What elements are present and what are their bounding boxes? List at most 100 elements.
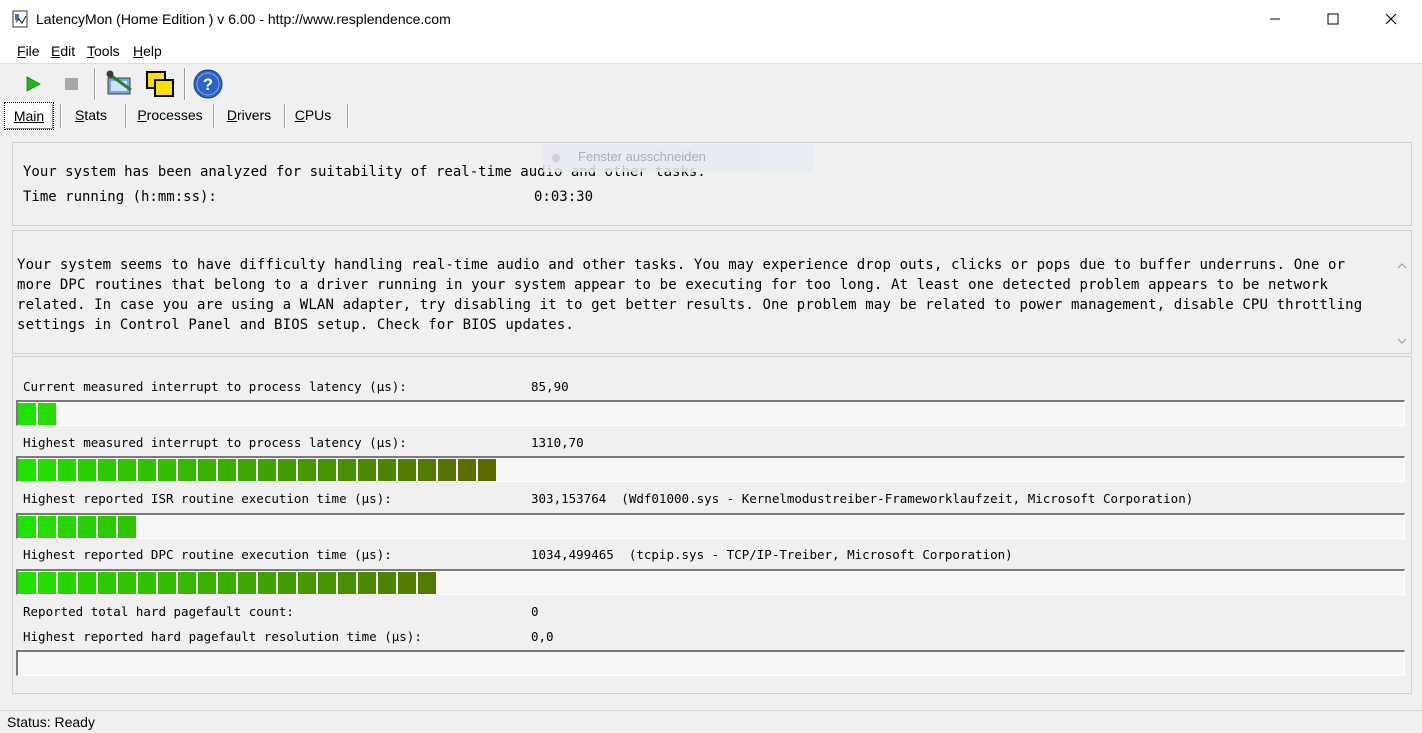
- bar-segment: [418, 572, 438, 594]
- bar-segment: [18, 403, 38, 425]
- app-icon: [12, 10, 28, 28]
- bar-segment: [238, 459, 258, 481]
- menu-tools[interactable]: Tools: [87, 43, 120, 59]
- window-title: LatencyMon (Home Edition ) v 6.00 - http…: [36, 11, 451, 27]
- driver-tool-button[interactable]: [103, 68, 137, 100]
- bar-segment: [258, 572, 278, 594]
- status-bar: Status: Ready: [0, 710, 1422, 733]
- record-icon: [552, 154, 560, 162]
- bar-segment: [38, 459, 58, 481]
- bar-segment: [278, 572, 298, 594]
- metric-label: Current measured interrupt to process la…: [23, 379, 407, 394]
- tab-bar: Main Stats Processes Drivers CPUs: [0, 102, 1422, 130]
- bar-segment: [218, 459, 238, 481]
- stop-icon: [65, 78, 78, 90]
- metric-label: Highest reported ISR routine execution t…: [23, 491, 392, 506]
- metric-value: 303,153764 (Wdf01000.sys - Kernelmodustr…: [531, 491, 1194, 506]
- bar-segment: [418, 459, 438, 481]
- metric-value: 0: [531, 604, 539, 619]
- minimize-button[interactable]: [1246, 0, 1304, 38]
- bar-segment: [298, 572, 318, 594]
- help-icon: ?: [193, 69, 223, 99]
- bar-segment: [138, 572, 158, 594]
- bar-segment: [258, 459, 278, 481]
- dpc-bar: [16, 569, 1405, 595]
- bar-segment: [18, 516, 38, 538]
- bar-segment: [138, 459, 158, 481]
- bar-segment: [478, 459, 498, 481]
- latency-bar-highest: [16, 456, 1405, 482]
- bar-segment: [118, 459, 138, 481]
- metric-label: Highest reported DPC routine execution t…: [23, 547, 392, 562]
- tab-separator: [213, 104, 215, 128]
- metrics-panel: Current measured interrupt to process la…: [12, 356, 1412, 694]
- bar-segment: [398, 572, 418, 594]
- play-icon: [26, 76, 41, 92]
- bar-segment: [298, 459, 318, 481]
- metric-value: 1034,499465 (tcpip.sys - TCP/IP-Treiber,…: [531, 547, 1013, 562]
- bar-segment: [178, 459, 198, 481]
- analysis-panel: Your system seems to have difficulty han…: [12, 230, 1412, 354]
- bar-segment: [338, 459, 358, 481]
- metric-value: 0,0: [531, 629, 554, 644]
- bar-segment: [38, 572, 58, 594]
- bar-segment: [358, 572, 378, 594]
- menu-bar: File Edit Tools Help: [0, 38, 1422, 64]
- bar-segment: [358, 459, 378, 481]
- toolbar-separator: [94, 68, 96, 100]
- bar-segment: [318, 459, 338, 481]
- bar-segment: [378, 459, 398, 481]
- window-copy-button[interactable]: [143, 68, 177, 100]
- bar-segment: [438, 459, 458, 481]
- menu-help[interactable]: Help: [133, 43, 162, 59]
- bar-segment: [318, 572, 338, 594]
- svg-text:?: ?: [203, 75, 213, 94]
- help-button[interactable]: ?: [192, 68, 224, 100]
- bar-segment: [98, 516, 118, 538]
- bar-segment: [458, 459, 478, 481]
- bar-segment: [198, 459, 218, 481]
- analysis-text: Your system seems to have difficulty han…: [17, 257, 1363, 333]
- maximize-button[interactable]: [1304, 0, 1362, 38]
- bar-segment: [78, 516, 98, 538]
- maximize-icon: [1327, 13, 1339, 25]
- tab-separator: [60, 104, 62, 128]
- tab-separator: [347, 104, 349, 128]
- close-icon: [1385, 13, 1397, 25]
- bar-segment: [118, 572, 138, 594]
- bar-segment: [338, 572, 358, 594]
- tab-processes[interactable]: Processes: [131, 102, 209, 128]
- start-button[interactable]: [20, 72, 46, 96]
- menu-edit[interactable]: Edit: [51, 43, 75, 59]
- time-running-label: Time running (h:mm:ss):: [23, 189, 217, 205]
- status-text: Status: Ready: [7, 714, 95, 730]
- metric-label: Highest measured interrupt to process la…: [23, 435, 407, 450]
- stop-button[interactable]: [58, 72, 84, 96]
- tab-drivers[interactable]: Drivers: [219, 102, 279, 128]
- tab-stats[interactable]: Stats: [66, 102, 116, 128]
- analysis-scrollbar[interactable]: [1393, 231, 1411, 351]
- tab-cpus[interactable]: CPUs: [290, 102, 336, 128]
- metric-value: 85,90: [531, 379, 569, 394]
- bar-segment: [398, 459, 418, 481]
- scroll-arrows-icon: [1397, 263, 1407, 344]
- toolbar: ?: [0, 64, 1422, 102]
- tab-main[interactable]: Main: [4, 102, 54, 130]
- bar-segment: [78, 459, 98, 481]
- bar-segment: [238, 572, 258, 594]
- bar-segment: [78, 572, 98, 594]
- metric-label: Highest reported hard pagefault resoluti…: [23, 629, 422, 644]
- bar-segment: [218, 572, 238, 594]
- bar-segment: [118, 516, 138, 538]
- bar-segment: [378, 572, 398, 594]
- pagefault-bar: [16, 650, 1405, 676]
- bar-segment: [98, 572, 118, 594]
- bar-segment: [198, 572, 218, 594]
- toolbar-separator: [184, 68, 186, 100]
- close-button[interactable]: [1362, 0, 1420, 38]
- title-bar: LatencyMon (Home Edition ) v 6.00 - http…: [0, 0, 1422, 38]
- tab-separator: [125, 104, 127, 128]
- snip-overlay-text: Fenster ausschneiden: [578, 149, 706, 164]
- menu-file[interactable]: File: [17, 43, 40, 59]
- bar-segment: [18, 459, 38, 481]
